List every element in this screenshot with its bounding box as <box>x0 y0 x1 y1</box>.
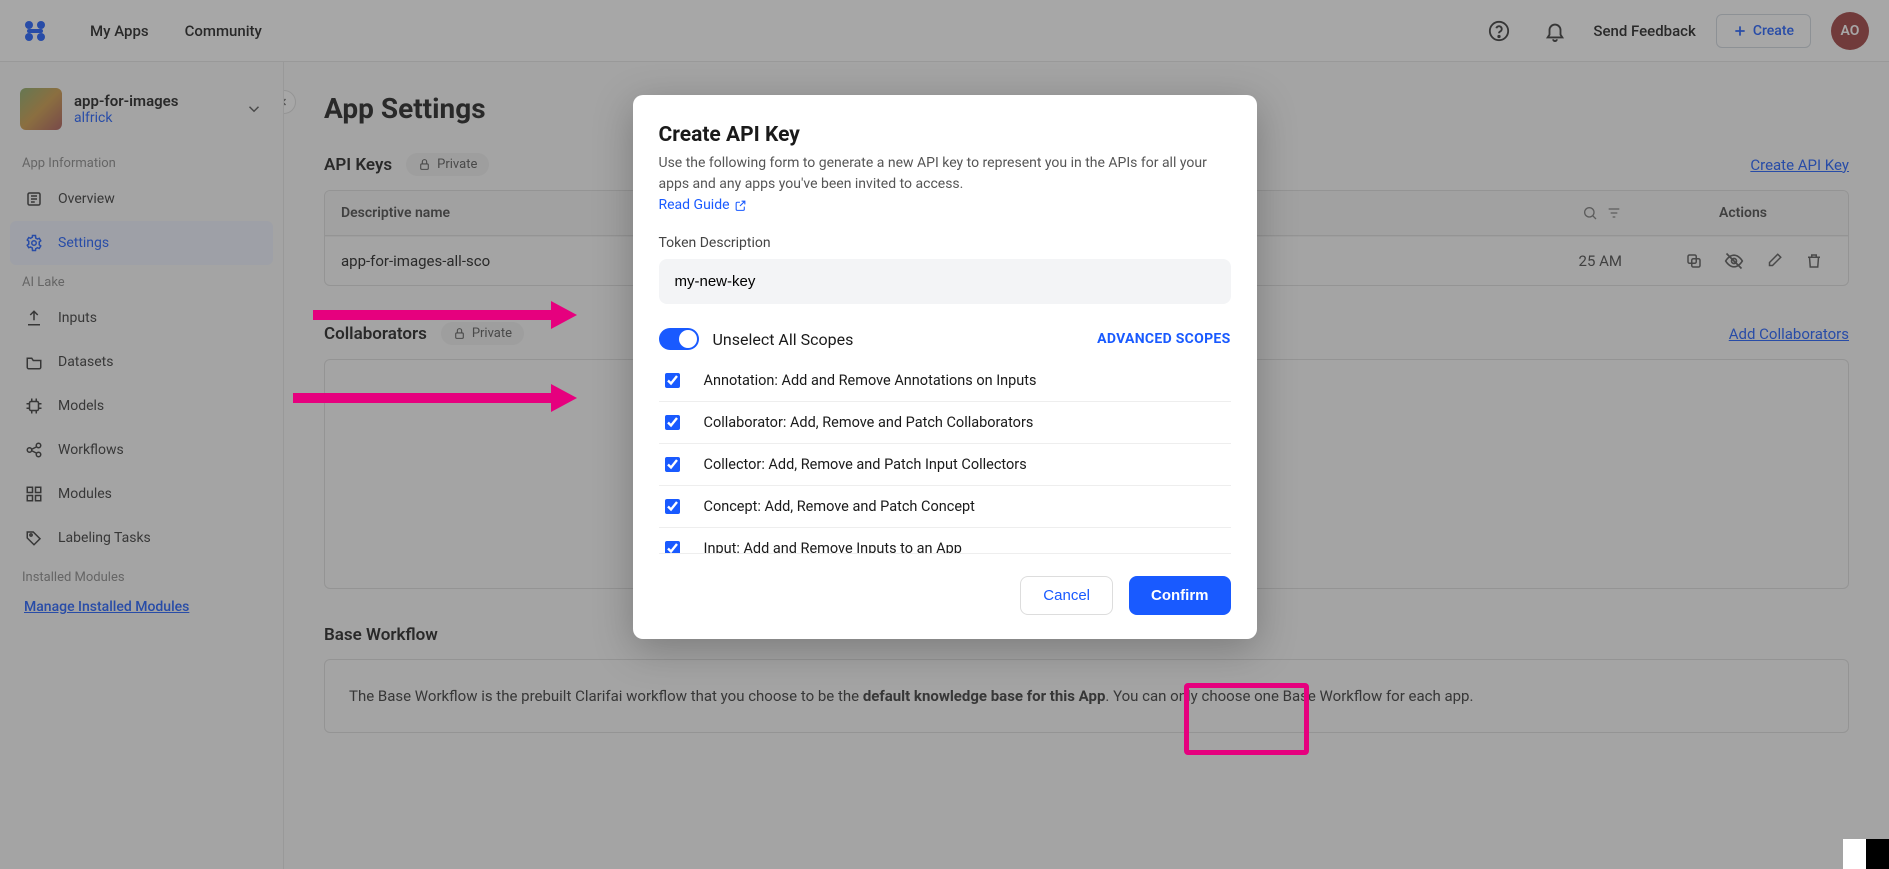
scope-text: Collaborator: Add, Remove and Patch Coll… <box>704 414 1034 431</box>
token-description-label: Token Description <box>659 235 1231 251</box>
scope-text: Concept: Add, Remove and Patch Concept <box>704 498 975 515</box>
scope-text: Input: Add and Remove Inputs to an App <box>704 540 962 554</box>
external-link-icon <box>734 199 747 212</box>
scope-item[interactable]: Input: Add and Remove Inputs to an App <box>659 528 1231 554</box>
unselect-all-toggle[interactable] <box>659 328 699 350</box>
scope-item[interactable]: Collaborator: Add, Remove and Patch Coll… <box>659 402 1231 444</box>
cancel-button[interactable]: Cancel <box>1020 576 1113 615</box>
scope-toggle-row: Unselect All Scopes ADVANCED SCOPES <box>659 328 1231 350</box>
scope-checkbox[interactable] <box>665 541 680 554</box>
modal-description: Use the following form to generate a new… <box>659 153 1231 195</box>
scope-item[interactable]: Annotation: Add and Remove Annotations o… <box>659 360 1231 402</box>
scope-item[interactable]: Concept: Add, Remove and Patch Concept <box>659 486 1231 528</box>
scope-text: Annotation: Add and Remove Annotations o… <box>704 372 1037 389</box>
scope-checkbox[interactable] <box>665 457 680 472</box>
create-api-key-modal: Create API Key Use the following form to… <box>633 95 1257 639</box>
corner-patch <box>1843 839 1889 869</box>
scope-checkbox[interactable] <box>665 373 680 388</box>
read-guide-link[interactable]: Read Guide <box>659 197 747 213</box>
scope-checkbox[interactable] <box>665 499 680 514</box>
scope-list[interactable]: Annotation: Add and Remove Annotations o… <box>659 360 1231 554</box>
modal-actions: Cancel Confirm <box>659 576 1231 615</box>
scope-item[interactable]: Collector: Add, Remove and Patch Input C… <box>659 444 1231 486</box>
unselect-all-label: Unselect All Scopes <box>713 330 854 349</box>
token-description-input[interactable] <box>659 259 1231 304</box>
confirm-button[interactable]: Confirm <box>1129 576 1231 615</box>
modal-title: Create API Key <box>659 123 1231 147</box>
modal-overlay[interactable]: Create API Key Use the following form to… <box>0 0 1889 869</box>
scope-text: Collector: Add, Remove and Patch Input C… <box>704 456 1027 473</box>
scope-checkbox[interactable] <box>665 415 680 430</box>
advanced-scopes-link[interactable]: ADVANCED SCOPES <box>1097 331 1230 347</box>
